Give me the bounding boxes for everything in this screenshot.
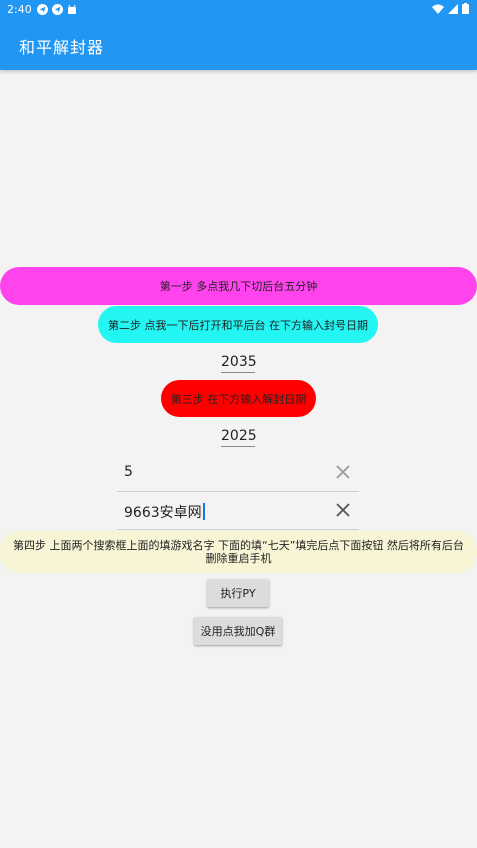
android-icon [67, 4, 76, 14]
app-bar: 和平解封器 [0, 20, 477, 70]
signal-icon [448, 3, 458, 14]
status-time: 2:40 [7, 3, 32, 16]
wifi-icon [432, 4, 444, 14]
step1-button[interactable]: 第一步 多点我几下切后台五分钟 [0, 267, 477, 305]
ban-date-field[interactable]: 2035 [221, 354, 257, 373]
game-name-field[interactable]: 5 [117, 454, 359, 492]
clear-icon[interactable] [335, 464, 351, 480]
battery-icon [462, 3, 469, 14]
step4-instruction[interactable]: 第四步 上面两个搜索框上面的填游戏名字 下面的填“七天”填完后点下面按钮 然后将… [0, 531, 477, 573]
step2-button[interactable]: 第二步 点我一下后打开和平后台 在下方输入封号日期 [98, 306, 378, 343]
unban-date-field[interactable]: 2025 [221, 428, 257, 447]
game-name-value: 5 [124, 464, 133, 480]
telegram-icon [51, 4, 63, 15]
duration-field[interactable]: 9663安卓网 [117, 492, 359, 530]
duration-value: 9663安卓网 [124, 505, 202, 521]
join-qq-group-button[interactable]: 没用点我加Q群 [194, 617, 282, 645]
status-bar: 2:40 [0, 0, 477, 20]
step3-button[interactable]: 第三步 在下方输入解封日期 [161, 380, 316, 417]
run-button[interactable]: 执行PY [207, 579, 269, 607]
text-cursor [202, 503, 205, 520]
clear-icon[interactable] [335, 502, 351, 518]
telegram-icon [36, 4, 48, 15]
app-title: 和平解封器 [19, 38, 105, 57]
